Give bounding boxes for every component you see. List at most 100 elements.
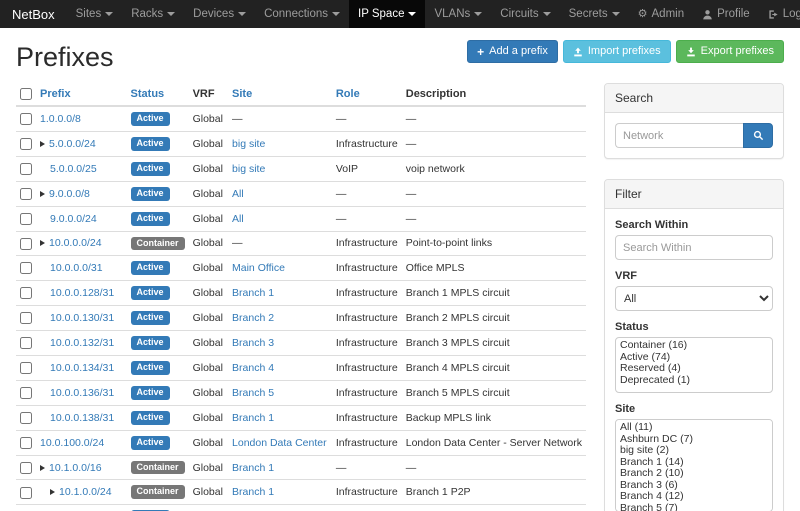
site-option[interactable]: big site (2) [616,445,772,457]
expand-arrow-icon [40,141,45,147]
site-link[interactable]: Branch 1 [232,462,274,474]
site-option[interactable]: Branch 4 (12) [616,491,772,503]
select-all-checkbox[interactable] [20,88,32,100]
site-link[interactable]: All [232,188,244,200]
prefix-link[interactable]: 10.0.0.0/31 [50,262,103,274]
row-checkbox[interactable] [20,188,32,200]
prefix-link[interactable]: 10.0.100.0/24 [40,437,104,449]
site-cell: London Data Center [228,430,332,455]
row-checkbox[interactable] [20,387,32,399]
row-checkbox[interactable] [20,412,32,424]
nav-item-circuits[interactable]: Circuits [491,0,559,28]
search-button[interactable] [743,123,773,148]
row-checkbox[interactable] [20,487,32,499]
role-cell: — [332,455,402,480]
site-link[interactable]: Branch 1 [232,412,274,424]
prefix-link[interactable]: 5.0.0.0/24 [49,138,96,150]
prefix-link[interactable]: 10.0.0.128/31 [50,287,114,299]
column-header-prefix[interactable]: Prefix [36,83,127,106]
site-link[interactable]: Branch 4 [232,362,274,374]
site-option[interactable]: Branch 2 (10) [616,468,772,480]
site-option[interactable]: Branch 5 (7) [616,503,772,511]
column-header-role[interactable]: Role [332,83,402,106]
prefix-link[interactable]: 9.0.0.0/8 [49,188,90,200]
row-checkbox[interactable] [20,337,32,349]
nav-item-secrets[interactable]: Secrets [560,0,629,28]
site-multiselect[interactable]: All (11)Ashburn DC (7)big site (2)Branch… [615,419,773,511]
site-link[interactable]: big site [232,138,265,150]
status-option[interactable]: Deprecated (1) [616,375,772,387]
prefix-link[interactable]: 9.0.0.0/24 [50,213,97,225]
row-checkbox[interactable] [20,163,32,175]
site-link[interactable]: All [232,213,244,225]
row-checkbox[interactable] [20,213,32,225]
site-cell: big site [228,156,332,181]
row-checkbox[interactable] [20,238,32,250]
row-checkbox[interactable] [20,113,32,125]
nav-item-racks[interactable]: Racks [122,0,184,28]
status-option[interactable]: Reserved (4) [616,363,772,375]
role-cell: Infrastructure [332,256,402,281]
description-cell: Branch 2 MPLS circuit [402,306,586,331]
prefix-link[interactable]: 10.1.0.0/16 [49,462,102,474]
table-row: 10.1.0.0/24ContainerGlobalBranch 1Infras… [16,480,586,505]
nav-item-connections[interactable]: Connections [255,0,349,28]
prefix-link[interactable]: 10.0.0.132/31 [50,337,114,349]
vrf-cell: Global [189,455,228,480]
row-checkbox[interactable] [20,138,32,150]
nav-item-devices[interactable]: Devices [184,0,255,28]
table-row: 10.0.0.0/31ActiveGlobalMain OfficeInfras… [16,256,586,281]
search-input[interactable] [615,123,743,148]
nav-item-log-out[interactable]: Log out [759,0,800,28]
table-row: 10.1.0.0/25ActiveGlobalBranch 1—— [16,505,586,511]
table-row: 5.0.0.0/24ActiveGlobalbig siteInfrastruc… [16,131,586,156]
search-within-input[interactable] [615,235,773,260]
nav-item-sites[interactable]: Sites [67,0,123,28]
status-multiselect[interactable]: Container (16)Active (74)Reserved (4)Dep… [615,337,773,393]
nav-item-label: Secrets [569,8,608,20]
prefix-link[interactable]: 10.0.0.134/31 [50,362,114,374]
column-header-status[interactable]: Status [127,83,189,106]
site-cell: Branch 1 [228,505,332,511]
site-option[interactable]: All (11) [616,422,772,434]
nav-item-vlans[interactable]: VLANs [425,0,491,28]
vrf-cell: Global [189,306,228,331]
brand-link[interactable]: NetBox [0,0,67,28]
site-link[interactable]: Branch 3 [232,337,274,349]
prefix-link[interactable]: 10.0.0.0/24 [49,237,102,249]
nav-item-profile[interactable]: Profile [693,0,759,28]
site-link[interactable]: big site [232,163,265,175]
prefix-link[interactable]: 10.0.0.138/31 [50,412,114,424]
description-cell: Point-to-point links [402,231,586,256]
row-checkbox[interactable] [20,462,32,474]
site-link[interactable]: Branch 5 [232,387,274,399]
row-checkbox[interactable] [20,312,32,324]
row-checkbox[interactable] [20,437,32,449]
filter-panel: Filter Search Within VRF All Status Cont… [604,179,784,511]
row-checkbox[interactable] [20,262,32,274]
prefix-link[interactable]: 10.0.0.130/31 [50,312,114,324]
site-link[interactable]: Branch 2 [232,312,274,324]
search-panel-heading: Search [605,84,783,113]
add-a-prefix-button[interactable]: +Add a prefix [467,40,558,63]
import-prefixes-button[interactable]: Import prefixes [563,40,671,63]
prefix-link[interactable]: 5.0.0.0/25 [50,163,97,175]
export-prefixes-button[interactable]: Export prefixes [676,40,784,63]
row-checkbox[interactable] [20,362,32,374]
site-link[interactable]: Main Office [232,262,285,274]
site-link[interactable]: London Data Center [232,437,327,449]
column-header-site[interactable]: Site [228,83,332,106]
nav-item-admin[interactable]: ⚙Admin [629,0,693,28]
row-checkbox[interactable] [20,287,32,299]
nav-item-ip-space[interactable]: IP Space [349,0,425,28]
prefix-link[interactable]: 1.0.0.0/8 [40,113,81,125]
site-link[interactable]: Branch 1 [232,287,274,299]
chevron-down-icon [105,12,113,16]
prefix-link[interactable]: 10.1.0.0/24 [59,486,112,498]
plus-icon: + [477,46,484,58]
prefix-link[interactable]: 10.0.0.136/31 [50,387,114,399]
status-option[interactable]: Container (16) [616,340,772,352]
site-link[interactable]: Branch 1 [232,486,274,498]
description-cell: London Data Center - Server Network [402,430,586,455]
vrf-select[interactable]: All [615,286,773,311]
